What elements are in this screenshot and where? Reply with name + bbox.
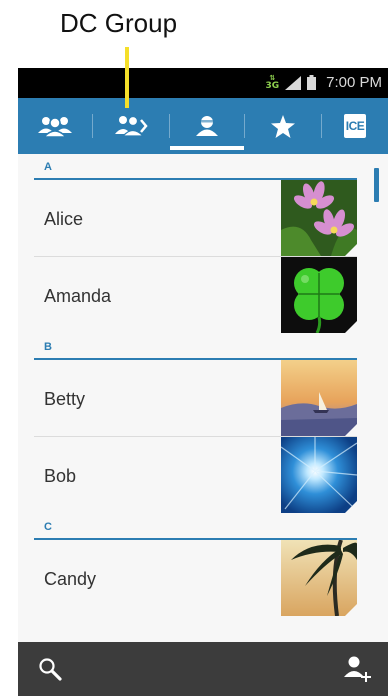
- contact-row-bob[interactable]: Bob: [34, 437, 357, 513]
- annotation-callout: DC Group: [0, 0, 388, 68]
- bottom-action-bar: [18, 642, 388, 696]
- section-header-a: A: [34, 154, 357, 180]
- dc-group-icon: [115, 115, 148, 137]
- section-letter: B: [44, 341, 52, 353]
- annotation-label: DC Group: [60, 8, 178, 38]
- contact-name: Candy: [44, 569, 97, 589]
- search-icon: [39, 658, 62, 681]
- selected-tab-indicator: [170, 146, 244, 150]
- groups-icon: [38, 117, 72, 137]
- network-indicator: ⇅ 3G: [265, 73, 280, 91]
- contact-row-candy[interactable]: Candy: [34, 540, 357, 616]
- photo-corner-decoration: [345, 424, 357, 436]
- contact-name: Alice: [44, 209, 84, 229]
- annotation-pointer-line: [125, 47, 129, 108]
- contact-list[interactable]: A Alice Amanda B Betty Bob C Candy: [18, 154, 388, 642]
- status-icons: ⇅ 3G 7:00 PM: [265, 74, 382, 91]
- contact-person-icon: [196, 116, 218, 136]
- contact-photo-amanda[interactable]: [281, 257, 357, 333]
- star-icon: [271, 114, 295, 138]
- signal-icon: [285, 75, 302, 90]
- contact-name: Amanda: [44, 286, 112, 306]
- contact-name: Bob: [44, 466, 77, 486]
- contact-row-amanda[interactable]: Amanda: [34, 257, 357, 333]
- section-letter: C: [44, 521, 52, 533]
- section-letter: A: [44, 161, 52, 173]
- contact-name: Betty: [44, 389, 86, 409]
- scrollbar-thumb[interactable]: [374, 168, 379, 202]
- contact-photo-betty[interactable]: [281, 360, 357, 436]
- photo-corner-decoration: [345, 321, 357, 333]
- phone-screen: ⇅ 3G 7:00 PM ICE A Alice Amanda B Betty …: [18, 68, 388, 696]
- contact-photo-bob[interactable]: [281, 437, 357, 513]
- add-contact-icon: [344, 656, 371, 682]
- contact-row-alice[interactable]: Alice: [34, 180, 357, 257]
- photo-corner-decoration: [345, 604, 357, 616]
- network-label: 3G: [265, 80, 280, 91]
- tab-dc-group[interactable]: [93, 98, 169, 154]
- status-bar: ⇅ 3G 7:00 PM: [18, 68, 388, 98]
- contact-photo-alice[interactable]: [281, 180, 357, 256]
- status-time: 7:00 PM: [326, 74, 382, 91]
- tab-groups[interactable]: [18, 98, 92, 154]
- tab-favorites[interactable]: [245, 98, 321, 154]
- tab-ice[interactable]: ICE: [322, 98, 388, 154]
- section-header-b: B: [34, 334, 357, 360]
- battery-icon: [307, 75, 317, 90]
- photo-corner-decoration: [345, 501, 357, 513]
- ice-label: ICE: [343, 114, 367, 138]
- contact-row-betty[interactable]: Betty: [34, 360, 357, 437]
- tab-bar: ICE: [18, 98, 388, 154]
- section-header-c: C: [34, 514, 357, 540]
- search-button[interactable]: [38, 657, 62, 686]
- photo-corner-decoration: [345, 244, 357, 256]
- contact-photo-candy[interactable]: [281, 540, 357, 616]
- add-contact-button[interactable]: [343, 655, 371, 688]
